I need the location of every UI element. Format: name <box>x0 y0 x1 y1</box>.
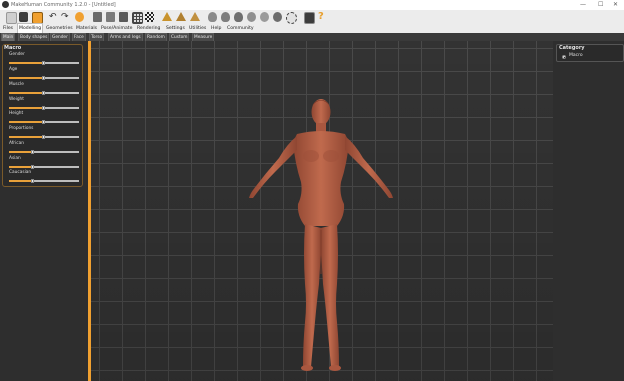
menu-files[interactable]: Files <box>3 24 13 33</box>
slider-label-gender: Gender <box>9 52 25 57</box>
top-view-icon[interactable] <box>221 12 230 22</box>
slider-handle[interactable] <box>42 120 45 124</box>
slider-label-asian: Asian <box>9 156 21 161</box>
human-model[interactable] <box>241 94 401 374</box>
slider-label-proportions: Proportions <box>9 126 34 131</box>
slider-handle[interactable] <box>31 150 34 154</box>
right-view-icon[interactable] <box>208 12 217 22</box>
menu-community[interactable]: Community <box>227 24 254 33</box>
right-panel: Category Macro <box>553 41 624 381</box>
grid-icon[interactable] <box>132 12 143 24</box>
left-view-icon[interactable] <box>190 12 200 21</box>
side-head-view-icon[interactable] <box>273 12 282 22</box>
gender-slider[interactable] <box>9 61 79 65</box>
slider-label-muscle: Muscle <box>9 82 24 87</box>
close-button[interactable]: ✕ <box>613 0 618 10</box>
bottom-view-icon[interactable] <box>234 12 243 22</box>
category-group: Category Macro <box>556 44 624 62</box>
redo-icon[interactable]: ↷ <box>61 12 70 22</box>
caucasian-slider[interactable] <box>9 179 79 183</box>
window-title: MakeHuman Community 1.2.0 - [Untitled] <box>11 2 116 8</box>
front-head-view-icon[interactable] <box>247 12 256 22</box>
menu-pose-animate[interactable]: Pose/Animate <box>101 24 132 33</box>
slider-label-age: Age <box>9 67 18 72</box>
left-panel: Macro Gender Age Muscle Weight Height Pr… <box>0 41 88 381</box>
slider-handle[interactable] <box>42 135 45 139</box>
slider-handle[interactable] <box>42 106 45 110</box>
macro-title: Macro <box>4 45 22 51</box>
screenshot-icon[interactable] <box>304 12 315 24</box>
smooth-icon[interactable] <box>93 12 102 22</box>
slider-handle[interactable] <box>31 179 34 183</box>
save-icon[interactable] <box>19 12 28 22</box>
menu-geometries[interactable]: Geometries <box>46 24 73 33</box>
slider-handle[interactable] <box>42 61 45 65</box>
toolbar: ↶ ↷ ? <box>0 10 624 24</box>
3d-viewport[interactable] <box>91 41 553 381</box>
checker-icon[interactable] <box>145 12 154 22</box>
reset-icon[interactable] <box>75 12 84 22</box>
slider-label-height: Height <box>9 111 24 116</box>
background-icon[interactable] <box>119 12 128 22</box>
reset-camera-icon[interactable] <box>286 12 297 24</box>
undo-icon[interactable]: ↶ <box>49 12 58 22</box>
wireframe-icon[interactable] <box>106 12 115 22</box>
sphere-view-icon[interactable] <box>260 12 269 22</box>
minimize-button[interactable]: — <box>580 0 586 10</box>
slider-label-caucasian: Caucasian <box>9 170 32 175</box>
slider-label-african: African <box>9 141 24 146</box>
category-macro-label[interactable]: Macro <box>569 53 583 58</box>
slider-label-weight: Weight <box>9 97 24 102</box>
menu-help[interactable]: Help <box>211 24 221 33</box>
category-macro-radio[interactable] <box>562 55 566 59</box>
asian-slider[interactable] <box>9 165 79 169</box>
macro-group: Macro Gender Age Muscle Weight Height Pr… <box>2 44 83 187</box>
proportions-slider[interactable] <box>9 135 79 139</box>
category-title: Category <box>559 45 585 51</box>
african-slider[interactable] <box>9 150 79 154</box>
help-icon[interactable]: ? <box>318 12 327 22</box>
menu-utilities[interactable]: Utilities <box>189 24 206 33</box>
menu-settings[interactable]: Settings <box>166 24 185 33</box>
sub-tab-bar: Main Body shapes Gender Face Torso Arms … <box>0 33 624 42</box>
age-slider[interactable] <box>9 76 79 80</box>
menu-materials[interactable]: Materials <box>76 24 97 33</box>
files-icon[interactable] <box>6 12 17 24</box>
app-logo-icon <box>2 1 9 8</box>
slider-handle[interactable] <box>42 76 45 80</box>
menu-bar: Files Modelling Geometries Materials Pos… <box>0 23 624 34</box>
slider-handle[interactable] <box>31 165 34 169</box>
back-view-icon[interactable] <box>176 12 186 21</box>
maximize-button[interactable]: ☐ <box>598 0 603 10</box>
slider-handle[interactable] <box>42 91 45 95</box>
height-slider[interactable] <box>9 120 79 124</box>
muscle-slider[interactable] <box>9 91 79 95</box>
menu-rendering[interactable]: Rendering <box>137 24 160 33</box>
front-view-icon[interactable] <box>162 12 172 21</box>
weight-slider[interactable] <box>9 106 79 110</box>
